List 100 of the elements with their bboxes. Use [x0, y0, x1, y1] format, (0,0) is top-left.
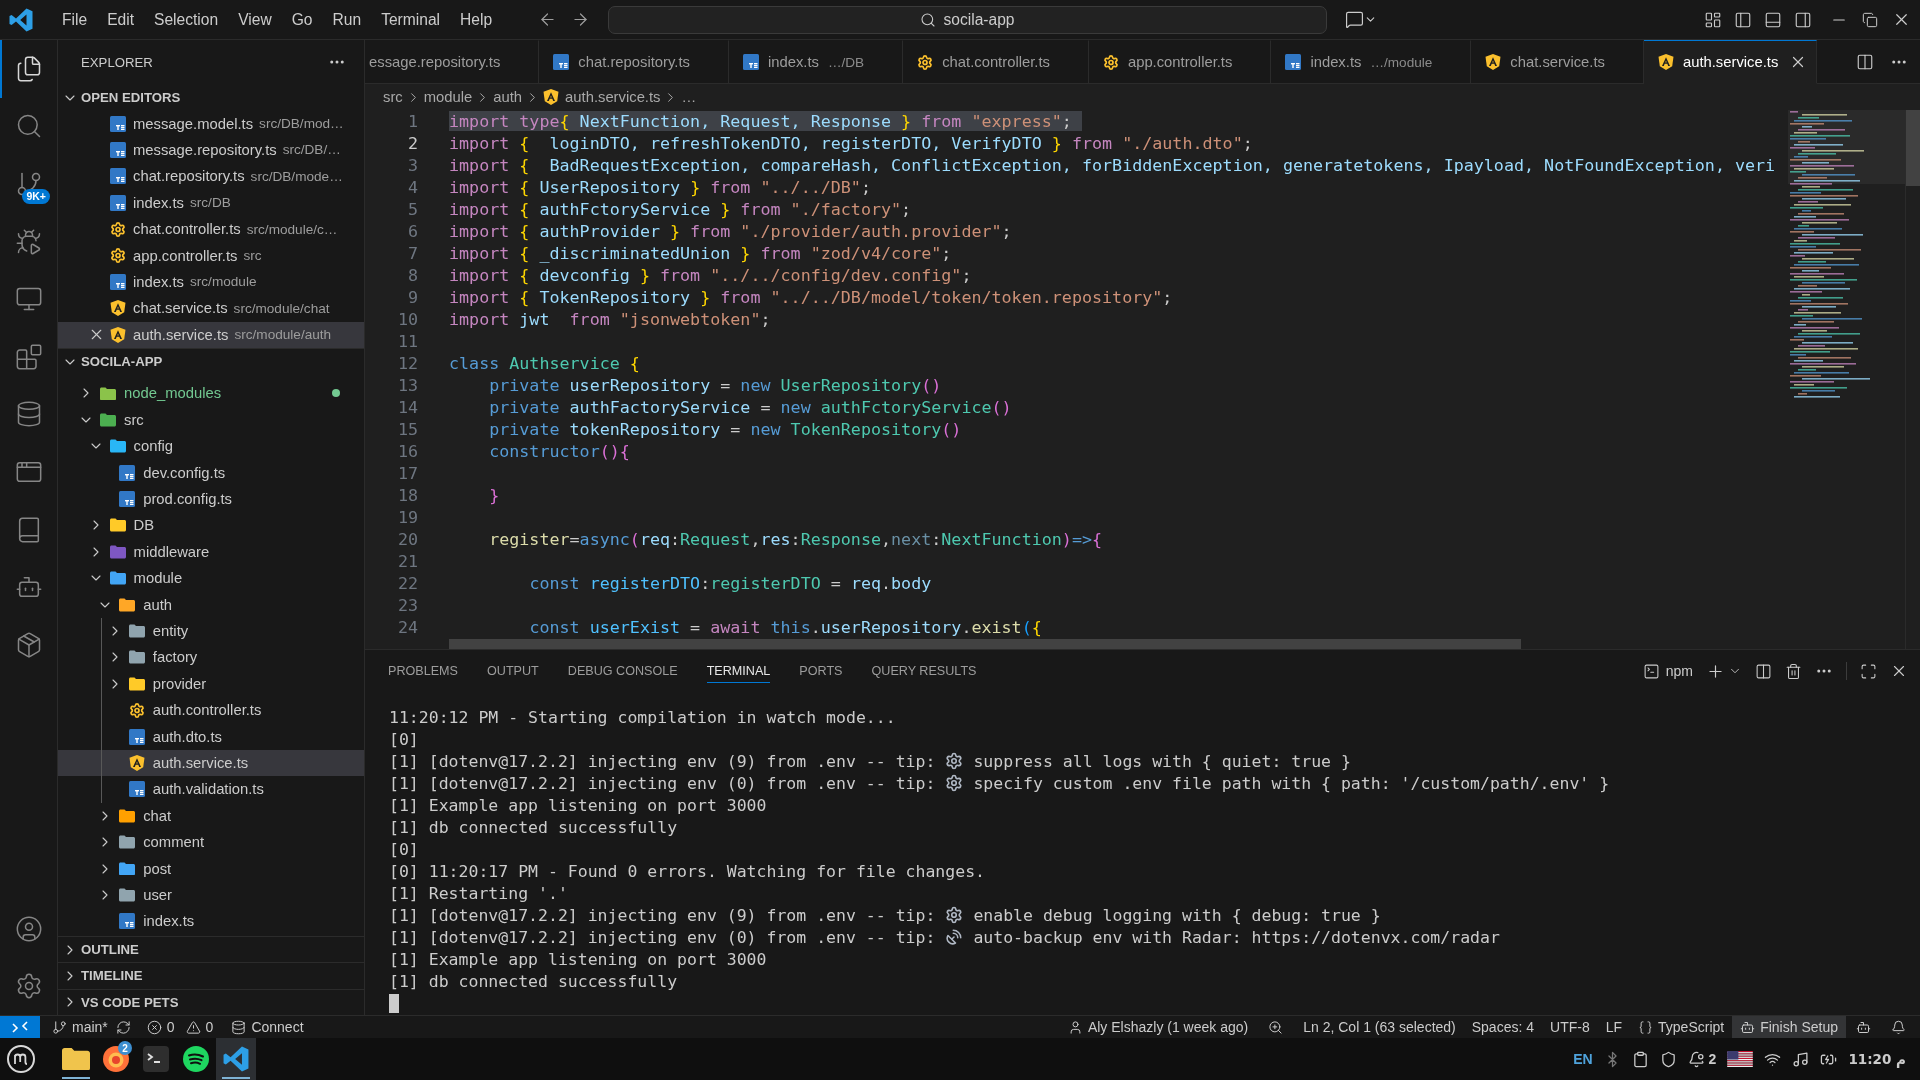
- tree-item[interactable]: dev.config.ts: [58, 459, 364, 486]
- breadcrumb-item[interactable]: auth.service.ts: [565, 89, 661, 105]
- tree-item[interactable]: factory: [58, 644, 364, 671]
- flag-icon[interactable]: [1727, 1051, 1754, 1067]
- tree-item[interactable]: index.ts: [58, 908, 364, 935]
- terminal-profile[interactable]: npm: [1642, 662, 1693, 680]
- breadcrumb-item[interactable]: src: [383, 89, 403, 105]
- keyboard-layout[interactable]: EN: [1573, 1051, 1593, 1067]
- blame-status[interactable]: Aly Elshazly (1 week ago): [1059, 1016, 1257, 1038]
- restore-icon[interactable]: [1862, 11, 1878, 28]
- menu-item[interactable]: View: [228, 7, 282, 32]
- panel-tab[interactable]: PORTS: [799, 659, 843, 683]
- tree-item[interactable]: prod.config.ts: [58, 485, 364, 513]
- editor-tab[interactable]: chat.repository.ts: [539, 40, 729, 84]
- tree-item[interactable]: auth.service.ts: [58, 749, 364, 777]
- command-center[interactable]: socila-app: [608, 5, 1327, 34]
- vertical-scrollbar[interactable]: [1906, 110, 1920, 186]
- panel-bottom-icon[interactable]: [1764, 10, 1782, 29]
- panel-tab[interactable]: DEBUG CONSOLE: [567, 659, 678, 683]
- line-ending-status[interactable]: LF: [1597, 1016, 1631, 1038]
- panel-tab[interactable]: QUERY RESULTS: [871, 659, 977, 683]
- open-editor-item[interactable]: message.model.ts src/DB/mod…: [58, 110, 364, 137]
- section-header[interactable]: SOCILA-APP: [58, 347, 364, 375]
- branch-status[interactable]: main*: [40, 1016, 116, 1038]
- menu-item[interactable]: Edit: [97, 7, 144, 32]
- music-note-icon[interactable]: [1792, 1050, 1810, 1068]
- tree-item[interactable]: auth.dto.ts: [58, 723, 364, 750]
- split-terminal-icon[interactable]: [1755, 662, 1772, 680]
- menu-item[interactable]: Terminal: [371, 7, 451, 32]
- layout-icon[interactable]: [1704, 10, 1722, 29]
- cursor-position[interactable]: Ln 2, Col 1 (63 selected): [1295, 1016, 1464, 1038]
- tree-item[interactable]: config: [58, 433, 364, 460]
- bell-icon[interactable]: [1891, 1019, 1906, 1035]
- tree-item[interactable]: node_modules: [58, 380, 364, 407]
- bot-icon[interactable]: [1856, 1019, 1871, 1035]
- indentation-status[interactable]: Spaces: 4: [1463, 1016, 1542, 1038]
- breadcrumb-item[interactable]: …: [681, 89, 697, 105]
- tree-item[interactable]: src: [58, 406, 364, 434]
- horizontal-scrollbar[interactable]: [449, 639, 1521, 649]
- section-header[interactable]: TIMELINE: [58, 962, 364, 989]
- sidebar-left-icon[interactable]: [1734, 10, 1752, 29]
- chat-icon[interactable]: [1345, 10, 1364, 29]
- panel-tab[interactable]: PROBLEMS: [388, 659, 458, 683]
- editor-tab[interactable]: index.ts …/DB: [728, 40, 904, 84]
- clock[interactable]: م 11:20: [1848, 1051, 1906, 1067]
- menu-item[interactable]: File: [52, 7, 98, 32]
- editor-tab[interactable]: chat.controller.ts: [903, 40, 1089, 84]
- clipboard-icon[interactable]: [1631, 1050, 1649, 1068]
- open-editor-item[interactable]: chat.service.ts src/module/chat: [58, 295, 364, 322]
- tree-item[interactable]: DB: [58, 512, 364, 539]
- bell-icon[interactable]: [1687, 1050, 1705, 1068]
- section-header[interactable]: OUTLINE: [58, 935, 364, 963]
- breadcrumb-item[interactable]: auth: [493, 89, 523, 105]
- taskbar-app[interactable]: [216, 1038, 256, 1080]
- connect-status[interactable]: Connect: [221, 1016, 312, 1038]
- terminal-icon: [143, 1046, 169, 1072]
- language-status[interactable]: TypeScript: [1630, 1016, 1733, 1038]
- open-editor-item[interactable]: message.repository.ts src/DB/…: [58, 136, 364, 164]
- section-header[interactable]: OPEN EDITORS: [58, 84, 364, 111]
- open-editor-item[interactable]: index.ts src/DB: [58, 189, 364, 216]
- open-editor-item[interactable]: auth.service.ts src/module/auth: [58, 321, 364, 348]
- trash-icon[interactable]: [1785, 662, 1802, 680]
- tree-item[interactable]: user: [58, 881, 364, 909]
- menu-item[interactable]: Run: [322, 7, 372, 32]
- tree-item[interactable]: provider: [58, 670, 364, 697]
- tree-item[interactable]: chat: [58, 802, 364, 829]
- breadcrumb-item[interactable]: module: [423, 89, 473, 105]
- open-editor-item[interactable]: chat.controller.ts src/module/c…: [58, 215, 364, 243]
- encoding-status[interactable]: UTF-8: [1542, 1016, 1598, 1038]
- tree-item[interactable]: auth.controller.ts: [58, 697, 364, 724]
- problems-status[interactable]: 0 0: [130, 1016, 222, 1038]
- menu-item[interactable]: Go: [281, 7, 323, 32]
- tree-item[interactable]: entity: [58, 617, 364, 645]
- zoom-icon[interactable]: [1268, 1019, 1284, 1035]
- editor-tab[interactable]: essage.repository.ts: [365, 40, 540, 84]
- finish-setup-button[interactable]: Finish Setup: [1732, 1016, 1846, 1038]
- tree-item[interactable]: comment: [58, 828, 364, 856]
- panel-tab[interactable]: TERMINAL: [706, 659, 771, 683]
- tree-item[interactable]: post: [58, 855, 364, 882]
- editor-tab[interactable]: index.ts …/module: [1271, 40, 1472, 84]
- open-editor-item[interactable]: app.controller.ts src: [58, 242, 364, 269]
- sidebar-right-icon[interactable]: [1794, 10, 1812, 29]
- menu-item[interactable]: Selection: [144, 7, 229, 32]
- open-editor-item[interactable]: chat.repository.ts src/DB/mode…: [58, 163, 364, 190]
- editor-tab[interactable]: auth.service.ts: [1643, 40, 1818, 84]
- split-editor-icon[interactable]: [1856, 52, 1874, 71]
- open-editor-item[interactable]: index.ts src/module: [58, 268, 364, 296]
- panel-tab[interactable]: OUTPUT: [487, 659, 539, 683]
- editor-tab[interactable]: chat.service.ts: [1471, 40, 1644, 84]
- maximize-icon[interactable]: [1860, 662, 1877, 680]
- tree-item[interactable]: module: [58, 565, 364, 592]
- tree-item[interactable]: auth.validation.ts: [58, 776, 364, 803]
- menu-item[interactable]: Help: [450, 7, 503, 32]
- tree-item[interactable]: middleware: [58, 538, 364, 566]
- editor-tab[interactable]: app.controller.ts: [1088, 40, 1272, 84]
- source-control-button[interactable]: 9K+: [0, 155, 57, 213]
- sync-icon[interactable]: [115, 1019, 131, 1035]
- tree-item[interactable]: auth: [58, 591, 364, 618]
- shield-icon[interactable]: [1659, 1050, 1677, 1068]
- music-app-icon: [183, 1046, 209, 1072]
